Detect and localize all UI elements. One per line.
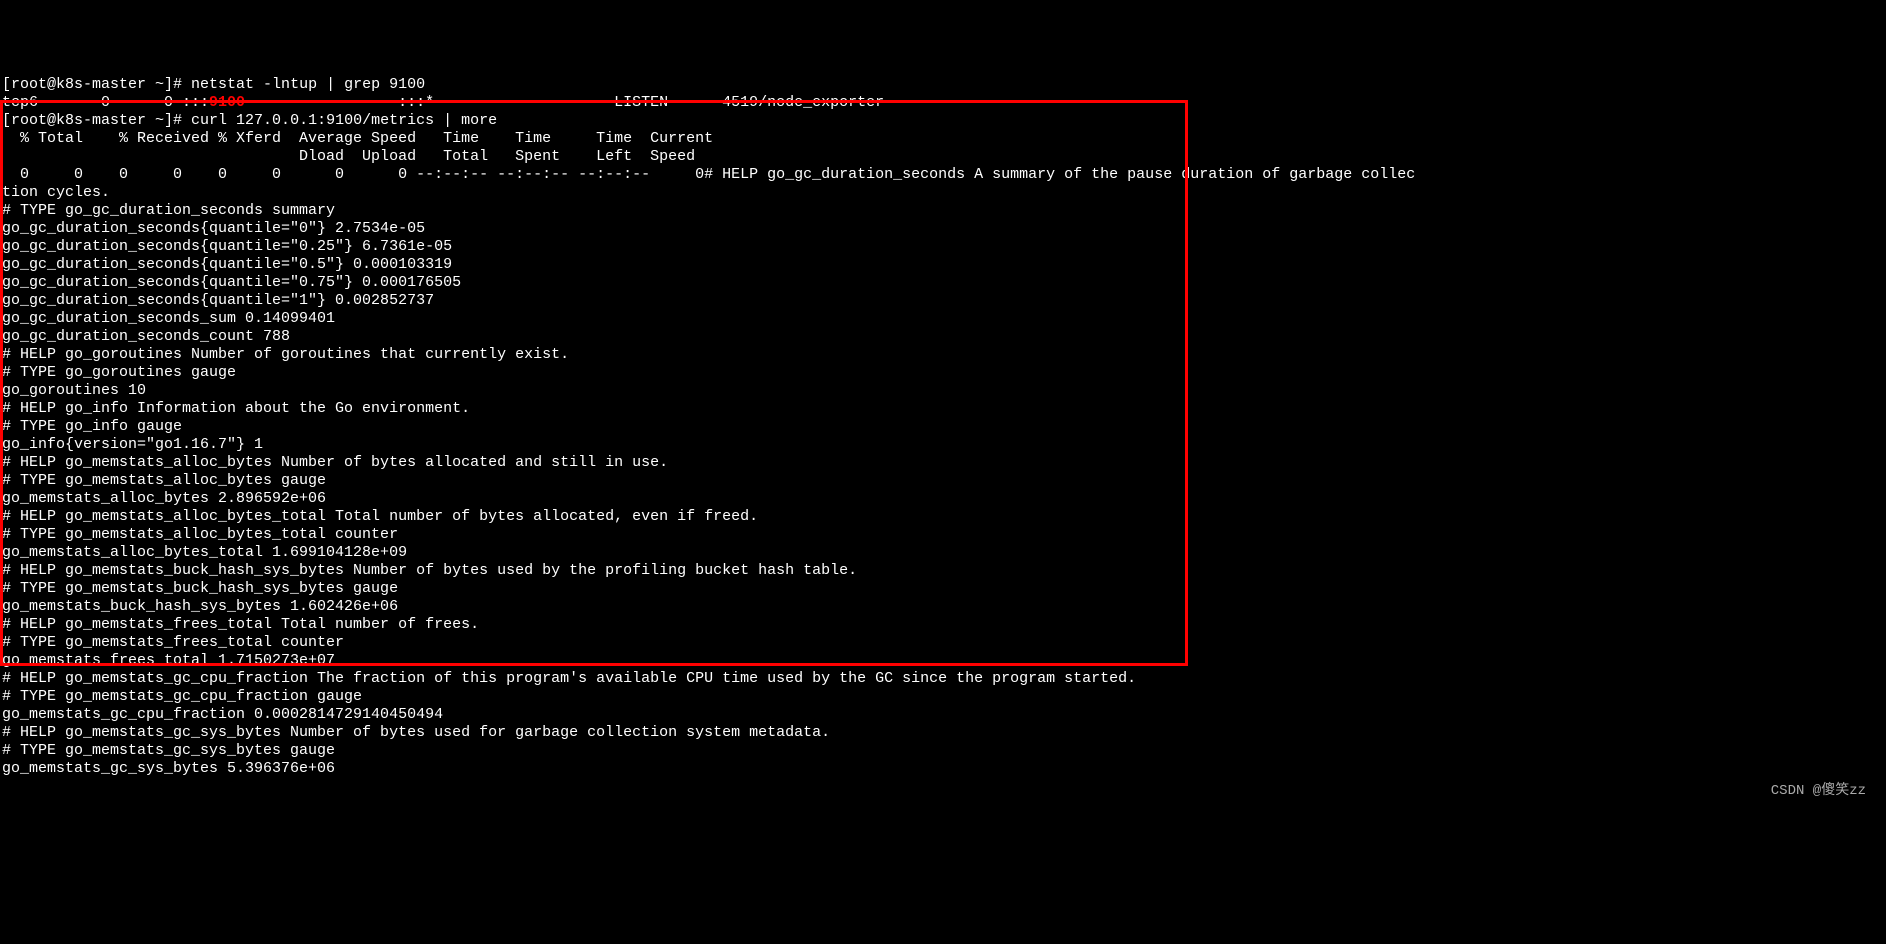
metrics-block: tion cycles. # TYPE go_gc_duration_secon… [2, 184, 1884, 778]
netstat-output-pre: tcp6 0 0 ::: [2, 94, 209, 111]
curl-progress-row: 0 0 0 0 0 0 0 0 --:--:-- --:--:-- --:--:… [2, 166, 1415, 183]
curl-header-row: Dload Upload Total Spent Left Speed [2, 148, 695, 165]
shell-prompt: [root@k8s-master ~]# [2, 112, 182, 129]
shell-prompt: [root@k8s-master ~]# [2, 76, 182, 93]
terminal-output[interactable]: [root@k8s-master ~]# netstat -lntup | gr… [0, 72, 1886, 782]
curl-header-row: % Total % Received % Xferd Average Speed… [2, 130, 713, 147]
command-text: curl 127.0.0.1:9100/metrics | more [191, 112, 497, 129]
watermark-text: CSDN @傻笑zz [1771, 783, 1866, 800]
netstat-output-post: :::* LISTEN 4519/node_exporter [245, 94, 884, 111]
command-text: netstat -lntup | grep 9100 [191, 76, 425, 93]
port-highlight: 9100 [209, 94, 245, 111]
